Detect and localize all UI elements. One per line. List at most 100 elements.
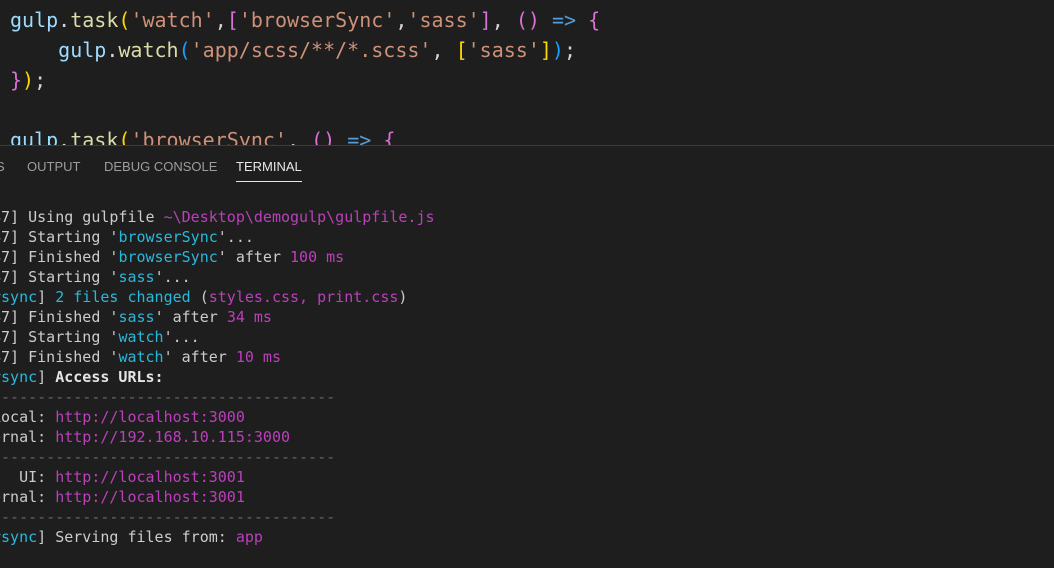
code-token: 'browserSync'	[130, 128, 287, 145]
terminal-token: 34 ms	[226, 308, 272, 326]
terminal-line: UI: http://localhost:3001	[0, 467, 245, 487]
terminal-token: ] Serving files from:	[37, 528, 236, 546]
code-token: ;	[563, 38, 576, 62]
terminal-token: rsync	[0, 288, 38, 306]
terminal-token: ]	[37, 288, 56, 306]
code-token: [	[226, 8, 239, 32]
terminal-token: '...	[163, 328, 200, 346]
terminal-token: rsync	[0, 368, 38, 386]
terminal-token: ' after	[163, 348, 236, 366]
code-token: )	[551, 38, 564, 62]
code-token: {	[383, 128, 396, 145]
terminal-line: 47] Starting 'watch'...	[0, 327, 200, 347]
code-token: ,	[395, 8, 408, 32]
terminal-token: Access URLs:	[55, 368, 164, 386]
terminal-line: 47] Using gulpfile ~\Desktop\demogulp\gu…	[0, 207, 435, 227]
code-token: {	[588, 8, 601, 32]
code-token: (	[118, 128, 131, 145]
terminal-line: 47] Finished 'browserSync' after 100 ms	[0, 247, 344, 267]
code-token: ,	[431, 38, 456, 62]
terminal-token: 2 files changed	[55, 288, 191, 306]
terminal-token: --------------------------------------	[0, 388, 336, 406]
code-token: ]	[539, 38, 552, 62]
code-token: [	[455, 38, 468, 62]
terminal-line: rsync] Serving files from: app	[0, 527, 263, 547]
terminal-token: ' after	[217, 248, 291, 266]
terminal-token: ernal:	[0, 488, 47, 506]
terminal-line: rsync] Access URLs:	[0, 367, 164, 387]
terminal-token: 47] Using gulpfile	[0, 208, 164, 226]
code-token: 'browserSync'	[238, 8, 396, 32]
code-token: ;	[34, 68, 47, 92]
code-token: )	[22, 68, 35, 92]
panel-tabs: S OUTPUT DEBUG CONSOLE TERMINAL	[0, 146, 1054, 188]
terminal-token: watch	[118, 348, 164, 366]
code-token: task	[70, 128, 119, 145]
code-token: watch	[118, 38, 179, 62]
code-token: ,	[491, 8, 516, 32]
tab-terminal[interactable]: TERMINAL	[236, 159, 302, 182]
terminal-token: '...	[154, 268, 191, 286]
tab-problems[interactable]: S	[0, 159, 5, 174]
terminal-token: Local:	[0, 408, 47, 426]
tab-debug-console[interactable]: DEBUG CONSOLE	[104, 159, 217, 174]
terminal-line: Local: http://localhost:3000	[0, 407, 245, 427]
code-token: gulp	[10, 128, 59, 145]
terminal-token: browserSync	[118, 248, 218, 266]
code-line: gulp.watch('app/scss/**/*.scss', ['sass'…	[10, 35, 576, 65]
code-token: 'watch'	[130, 8, 215, 32]
code-token: gulp	[10, 8, 59, 32]
code-token: .	[58, 8, 71, 32]
terminal-token: 47] Finished '	[0, 348, 119, 366]
tab-output[interactable]: OUTPUT	[27, 159, 80, 174]
terminal-token: ' after	[154, 308, 227, 326]
terminal-token: ]	[37, 368, 56, 386]
terminal-token: 47] Finished '	[0, 248, 119, 266]
terminal-line: --------------------------------------	[0, 387, 335, 407]
code-token: 'sass'	[467, 38, 540, 62]
terminal-token: browserSync	[118, 228, 218, 246]
bottom-panel: S OUTPUT DEBUG CONSOLE TERMINAL 47] Usin…	[0, 145, 1054, 568]
code-token: 'app/scss/**/*.scss'	[190, 38, 432, 62]
terminal-token: ~\Desktop\demogulp\gulpfile.js	[163, 208, 435, 226]
terminal-line: 47] Finished 'watch' after 10 ms	[0, 347, 281, 367]
terminal-token: rsync	[0, 528, 38, 546]
terminal-token: 100 ms	[290, 248, 345, 266]
terminal-token: --------------------------------------	[0, 448, 336, 466]
code-token: 'sass'	[407, 8, 480, 32]
code-line: gulp.task('watch',['browserSync','sass']…	[10, 5, 600, 35]
code-token: task	[70, 8, 119, 32]
terminal-token: http://localhost:3001	[55, 488, 245, 506]
terminal-line: 47] Finished 'sass' after 34 ms	[0, 307, 272, 327]
code-token: ()	[311, 128, 336, 145]
terminal-token: http://localhost:3001	[55, 468, 245, 486]
terminal-line: ernal: http://localhost:3001	[0, 487, 245, 507]
code-line: });	[10, 65, 46, 95]
terminal-line: 47] Starting 'sass'...	[0, 267, 191, 287]
code-token: =>	[347, 128, 372, 145]
terminal-token: ernal:	[0, 428, 47, 446]
terminal-token: --------------------------------------	[0, 508, 336, 526]
terminal-token: styles.css, print.css	[208, 288, 399, 306]
terminal-line: rsync] 2 files changed (styles.css, prin…	[0, 287, 407, 307]
terminal-line: ernal: http://192.168.10.115:3000	[0, 427, 290, 447]
code-token: gulp	[10, 38, 107, 62]
terminal-token: UI:	[19, 468, 47, 486]
terminal-token: http://192.168.10.115:3000	[55, 428, 291, 446]
terminal-token: http://localhost:3000	[55, 408, 245, 426]
terminal-token: sass	[118, 308, 155, 326]
code-token: .	[58, 128, 71, 145]
terminal-token: 47] Starting '	[0, 228, 119, 246]
code-token: (	[118, 8, 131, 32]
terminal-token: 47] Starting '	[0, 268, 119, 286]
terminal-token: app	[235, 528, 263, 546]
terminal-token: 47] Starting '	[0, 328, 119, 346]
code-token: }	[10, 68, 23, 92]
terminal-token: watch	[118, 328, 164, 346]
terminal-token: 10 ms	[235, 348, 281, 366]
code-editor[interactable]: gulp.task('watch',['browserSync','sass']…	[0, 0, 1054, 145]
